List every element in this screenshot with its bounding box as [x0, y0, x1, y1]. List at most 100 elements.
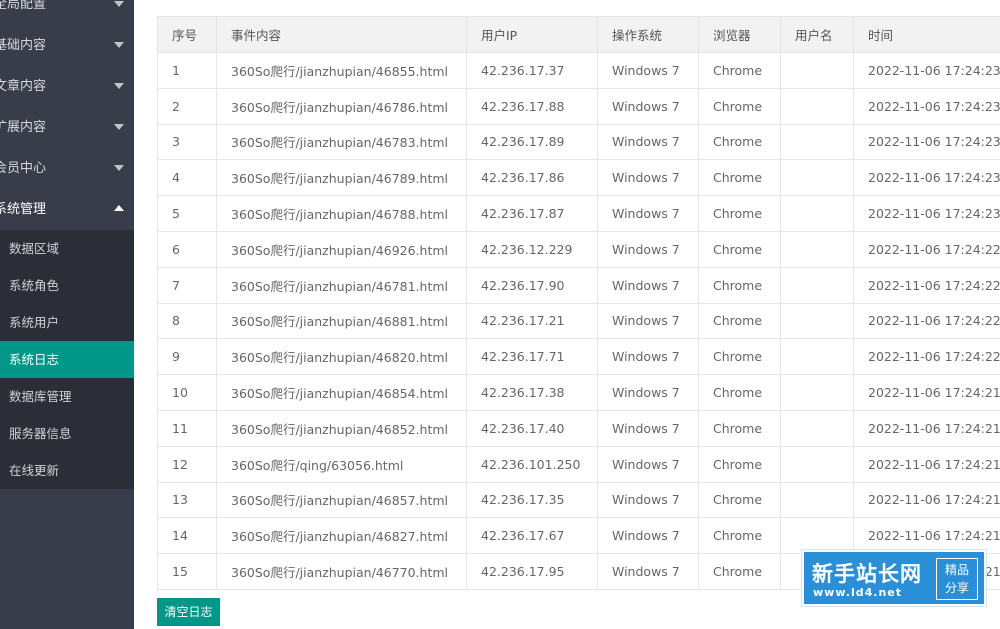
sidebar-item-label: 系统日志 — [9, 352, 60, 367]
table-row: 13 360So爬行/jianzhupian/46857.html 42.236.1… — [157, 481, 1000, 519]
cell-event: 360So爬行/jianzhupian/46783.html — [216, 123, 467, 161]
cell-event: 360So爬行/jianzhupian/46781.html — [216, 266, 467, 304]
cell-index: 5 — [157, 195, 217, 232]
cell-browser: Chrome — [698, 87, 781, 125]
cell-ip: 42.236.17.38 — [466, 374, 598, 411]
cell-index: 9 — [157, 338, 217, 376]
table-row: 9 360So爬行/jianzhupian/46820.html 42.236.17… — [157, 338, 1000, 376]
table-row: 10 360So爬行/jianzhupian/46854.html 42.236.1… — [157, 374, 1000, 411]
cell-os: Windows 7 — [597, 517, 699, 555]
chevron-up-icon — [114, 205, 124, 211]
cell-ip: 42.236.17.89 — [466, 123, 598, 161]
cell-index: 6 — [157, 230, 217, 268]
cell-username — [780, 195, 854, 232]
menu-group-basic-content[interactable]: 基础内容 — [0, 25, 134, 66]
cell-event: 360So爬行/jianzhupian/46852.html — [216, 409, 467, 447]
cell-username — [780, 374, 854, 411]
cell-time: 2022-11-06 17:24:21 — [853, 374, 1000, 411]
table-row: 7 360So爬行/jianzhupian/46781.html 42.236.17… — [157, 266, 1000, 304]
menu-group-label: 全局配置 — [0, 0, 47, 12]
cell-os: Windows 7 — [597, 230, 699, 268]
cell-browser: Chrome — [698, 123, 781, 161]
cell-browser: Chrome — [698, 302, 781, 340]
cell-ip: 42.236.12.229 — [466, 230, 598, 268]
cell-time: 2022-11-06 17:24:23 — [853, 159, 1000, 197]
column-header-event: 事件内容 — [216, 16, 467, 53]
cell-event: 360So爬行/jianzhupian/46820.html — [216, 338, 467, 376]
menu-group-article-content[interactable]: 文章内容 — [0, 66, 134, 107]
chevron-down-icon — [114, 83, 124, 89]
menu-group-global-config[interactable]: 全局配置 — [0, 0, 134, 25]
cell-time: 2022-11-06 17:24:21 — [853, 445, 1000, 483]
column-header-os: 操作系统 — [597, 16, 699, 53]
cell-ip: 42.236.17.88 — [466, 87, 598, 125]
cell-event: 360So爬行/jianzhupian/46789.html — [216, 159, 467, 197]
cell-event: 360So爬行/jianzhupian/46854.html — [216, 374, 467, 411]
table-row: 4 360So爬行/jianzhupian/46789.html 42.236.17… — [157, 159, 1000, 197]
column-header-browser: 浏览器 — [698, 16, 781, 53]
cell-browser: Chrome — [698, 409, 781, 447]
sidebar-item-online-update[interactable]: 在线更新 — [0, 452, 134, 489]
cell-os: Windows 7 — [597, 195, 699, 232]
table-row: 12 360So爬行/qing/63056.html 42.236.101.250 W… — [157, 445, 1000, 483]
cell-index: 10 — [157, 374, 217, 411]
menu-group-label: 文章内容 — [0, 79, 47, 94]
table-row: 2 360So爬行/jianzhupian/46786.html 42.236.17… — [157, 87, 1000, 125]
sidebar-item-database-management[interactable]: 数据库管理 — [0, 378, 134, 415]
watermark-logo: 新手站长网 www.ld4.net 精品 分享 — [802, 550, 986, 606]
sidebar-item-data-region[interactable]: 数据区域 — [0, 230, 134, 267]
cell-event: 360So爬行/jianzhupian/46770.html — [216, 553, 467, 590]
cell-browser: Chrome — [698, 445, 781, 483]
table-row: 3 360So爬行/jianzhupian/46783.html 42.236.17… — [157, 123, 1000, 161]
cell-ip: 42.236.17.37 — [466, 52, 598, 89]
cell-browser: Chrome — [698, 553, 781, 590]
cell-username — [780, 87, 854, 125]
menu-group-system-management[interactable]: 系统管理 — [0, 189, 134, 230]
clear-log-button[interactable]: 清空日志 — [157, 598, 220, 626]
column-header-index: 序号 — [157, 16, 217, 53]
cell-username — [780, 338, 854, 376]
table-row: 1 360So爬行/jianzhupian/46855.html 42.236.17… — [157, 52, 1000, 89]
sidebar-item-label: 系统角色 — [9, 278, 60, 293]
cell-time: 2022-11-06 17:24:22 — [853, 230, 1000, 268]
cell-ip: 42.236.17.90 — [466, 266, 598, 304]
cell-index: 4 — [157, 159, 217, 197]
cell-os: Windows 7 — [597, 553, 699, 590]
cell-os: Windows 7 — [597, 338, 699, 376]
cell-os: Windows 7 — [597, 302, 699, 340]
menu-group-extended-content[interactable]: 扩展内容 — [0, 107, 134, 148]
log-table-container: 序号 事件内容 用户IP 操作系统 浏览器 用户名 时间 1 360So爬行/ji… — [157, 16, 1000, 590]
sidebar-item-system-logs[interactable]: 系统日志 — [0, 341, 134, 378]
cell-index: 2 — [157, 87, 217, 125]
cell-index: 13 — [157, 481, 217, 519]
cell-os: Windows 7 — [597, 374, 699, 411]
cell-event: 360So爬行/jianzhupian/46827.html — [216, 517, 467, 555]
cell-os: Windows 7 — [597, 123, 699, 161]
cell-browser: Chrome — [698, 481, 781, 519]
column-header-time: 时间 — [853, 16, 1000, 53]
table-row: 6 360So爬行/jianzhupian/46926.html 42.236.12… — [157, 230, 1000, 268]
cell-username — [780, 481, 854, 519]
cell-ip: 42.236.17.71 — [466, 338, 598, 376]
sidebar-item-label: 数据库管理 — [9, 389, 72, 404]
cell-time: 2022-11-06 17:24:23 — [853, 123, 1000, 161]
cell-event: 360So爬行/qing/63056.html — [216, 445, 467, 483]
sidebar-item-server-info[interactable]: 服务器信息 — [0, 415, 134, 452]
menu-group-label: 会员中心 — [0, 161, 47, 176]
menu-group-member-center[interactable]: 会员中心 — [0, 148, 134, 189]
cell-ip: 42.236.17.40 — [466, 409, 598, 447]
cell-os: Windows 7 — [597, 481, 699, 519]
cell-browser: Chrome — [698, 52, 781, 89]
cell-browser: Chrome — [698, 374, 781, 411]
cell-time: 2022-11-06 17:24:21 — [853, 409, 1000, 447]
chevron-down-icon — [114, 165, 124, 171]
cell-index: 8 — [157, 302, 217, 340]
system-submenu: 数据区域 系统角色 系统用户 系统日志 数据库管理 服务器信息 在线更新 — [0, 230, 134, 489]
cell-browser: Chrome — [698, 195, 781, 232]
cell-os: Windows 7 — [597, 266, 699, 304]
cell-os: Windows 7 — [597, 409, 699, 447]
cell-browser: Chrome — [698, 230, 781, 268]
cell-username — [780, 123, 854, 161]
sidebar-item-system-users[interactable]: 系统用户 — [0, 304, 134, 341]
sidebar-item-system-roles[interactable]: 系统角色 — [0, 267, 134, 304]
